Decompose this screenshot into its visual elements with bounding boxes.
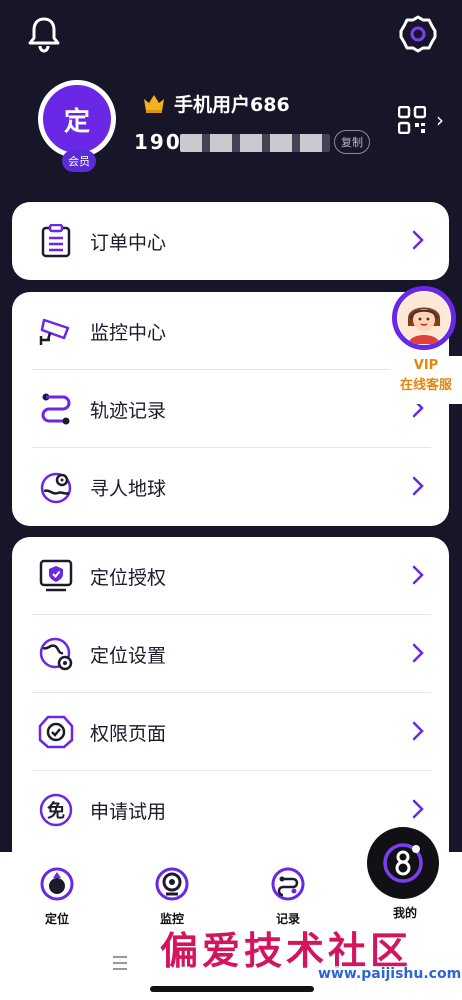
top-bar (0, 0, 462, 70)
svg-text:免: 免 (47, 800, 65, 822)
globe-settings-icon (36, 634, 76, 674)
gear-icon[interactable] (398, 14, 438, 54)
nav-mine-active[interactable] (358, 818, 448, 908)
nav-monitor[interactable]: 监控 (142, 866, 202, 927)
profile-header: 定 会员 手机用户686 190 复制 › (0, 78, 462, 178)
camera-icon (155, 867, 189, 901)
card-orders: 订单中心 (12, 202, 449, 280)
menu-item-track-record[interactable]: 轨迹记录 (12, 370, 449, 448)
customer-service-button[interactable] (392, 286, 456, 350)
avatar[interactable]: 定 (38, 80, 116, 158)
menu-label: 申请试用 (90, 800, 167, 823)
menu-item-location-auth[interactable]: 定位授权 (12, 537, 449, 615)
location-icon (40, 867, 74, 901)
menu-item-location-settings[interactable]: 定位设置 (12, 615, 449, 693)
bell-icon[interactable] (24, 14, 64, 54)
security-camera-icon (36, 311, 76, 351)
service-vip-text: VIP (413, 358, 439, 373)
menu-label: 订单中心 (90, 231, 167, 254)
chevron-right-icon (412, 721, 424, 741)
permission-badge-icon (36, 712, 76, 752)
menu-label: 轨迹记录 (90, 399, 167, 422)
chevron-right-icon (412, 476, 424, 496)
menu-label: 寻人地球 (90, 477, 167, 500)
menu-item-permissions[interactable]: 权限页面 (12, 693, 449, 771)
route-icon (36, 389, 76, 429)
card-monitoring: 监控中心 轨迹记录 寻人地球 (12, 292, 449, 526)
service-online-text: 在线客服 (399, 378, 452, 393)
avatar-char: 定 (63, 106, 90, 137)
member-badge: 会员 (62, 150, 96, 172)
customer-service-label[interactable]: VIP 在线客服 (390, 356, 462, 404)
phone-mask (180, 134, 330, 152)
nav-label: 定位 (44, 912, 69, 926)
menu-label: 监控中心 (90, 321, 167, 344)
username: 手机用户686 (174, 94, 290, 116)
phone-number: 190 (134, 130, 182, 154)
free-trial-icon: 免 (36, 790, 76, 830)
chevron-right-icon (412, 799, 424, 819)
chevron-right-icon (412, 643, 424, 663)
menu-label: 定位设置 (90, 644, 167, 667)
nav-record[interactable]: 记录 (258, 866, 318, 927)
menu-label: 定位授权 (90, 566, 167, 589)
crown-icon (144, 95, 164, 113)
qr-code-icon[interactable] (398, 106, 426, 134)
menu-item-globe-search[interactable]: 寻人地球 (12, 448, 449, 526)
copy-button[interactable]: 复制 (334, 130, 370, 154)
menu-label: 权限页面 (90, 722, 167, 745)
home-indicator[interactable] (150, 986, 314, 992)
chevron-right-icon[interactable]: › (436, 108, 444, 132)
menu-icon[interactable] (112, 954, 128, 972)
nav-label-mine: 我的 (392, 906, 417, 920)
order-clipboard-icon (36, 221, 76, 261)
chevron-right-icon (412, 230, 424, 250)
nav-location[interactable]: 定位 (27, 866, 87, 927)
shield-screen-icon (36, 556, 76, 596)
globe-search-icon (36, 467, 76, 507)
agent-avatar-icon (398, 292, 450, 344)
chevron-right-icon (412, 565, 424, 585)
menu-item-monitoring[interactable]: 监控中心 (12, 292, 449, 370)
menu-item-orders[interactable]: 订单中心 (12, 202, 449, 280)
record-icon (271, 867, 305, 901)
profile-icon (367, 827, 439, 899)
watermark-url: www.paijishu.com (318, 966, 462, 982)
